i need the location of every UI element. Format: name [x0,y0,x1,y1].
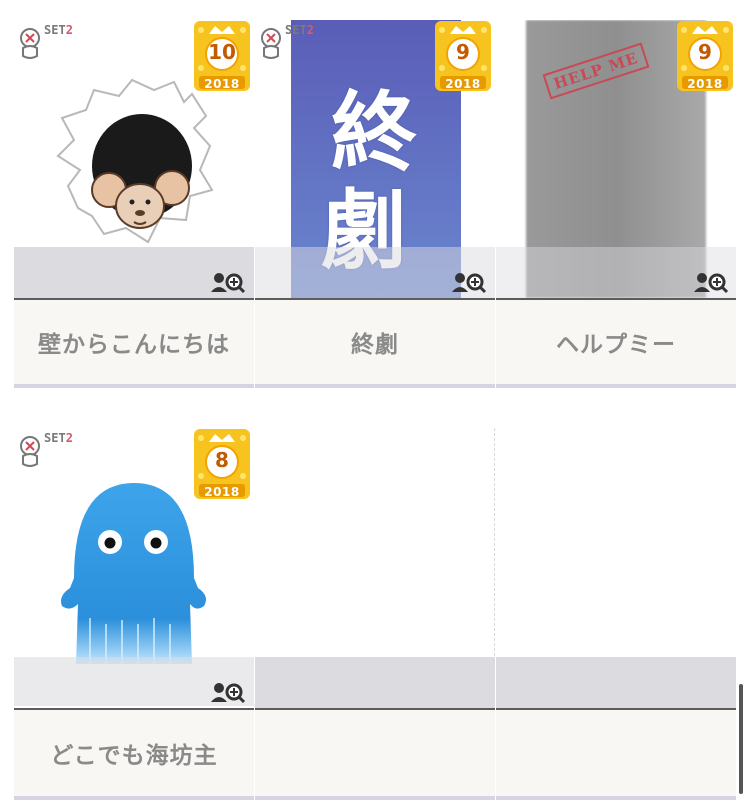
set-badge: SET2 [18,23,80,64]
mark-x-icon [20,436,40,467]
stamp-card[interactable]: HELP ME 9 2018 ヘルプミー [496,20,736,388]
rank-year: 2018 [204,77,240,91]
rank-number: 9 [698,40,712,64]
empty-slot [496,428,736,800]
rank-year: 2018 [445,77,481,91]
stamp-card[interactable]: 終 劇 SET2 9 2018 終劇 [255,20,495,388]
rank-number: 8 [215,448,229,472]
set-label: SET [285,23,307,37]
stamp-title: ヘルプミー [496,298,736,388]
stamp-card[interactable]: SET2 10 2018 壁からこんにちは [14,20,254,388]
mark-x-icon [261,28,281,59]
rank-number: 10 [208,40,236,64]
rank-badge: 8 2018 [193,428,251,500]
set-number: 2 [306,23,314,37]
rank-year: 2018 [204,485,240,499]
zoom-icon[interactable] [692,270,730,294]
stamp-title: 壁からこんにちは [14,298,254,388]
rank-year: 2018 [687,77,723,91]
stamp-card[interactable]: SET2 8 2018 どこでも海坊主 [14,428,254,800]
set-badge: SET2 [259,23,321,64]
image-shade [255,657,495,709]
rank-badge: 9 2018 [434,20,492,92]
stamp-title: 終劇 [255,298,495,388]
stamp-title: どこでも海坊主 [14,708,254,800]
set-badge: SET2 [18,431,80,472]
image-shade [496,657,736,709]
zoom-icon[interactable] [209,270,247,294]
empty-caption [496,708,736,800]
set-label: SET [44,431,66,445]
set-number: 2 [65,431,73,445]
empty-slot [255,428,495,800]
rank-badge: 9 2018 [676,20,734,92]
set-label: SET [44,23,66,37]
mark-x-icon [20,28,40,59]
stamp-grid: SET2 10 2018 壁からこんにちは 終 劇 SET2 9 2018 終劇… [14,0,737,800]
set-number: 2 [65,23,73,37]
rank-number: 9 [456,40,470,64]
empty-caption [255,708,495,800]
rank-badge: 10 2018 [193,20,251,92]
scrollbar[interactable] [739,684,743,794]
zoom-icon[interactable] [209,680,247,704]
zoom-icon[interactable] [450,270,488,294]
